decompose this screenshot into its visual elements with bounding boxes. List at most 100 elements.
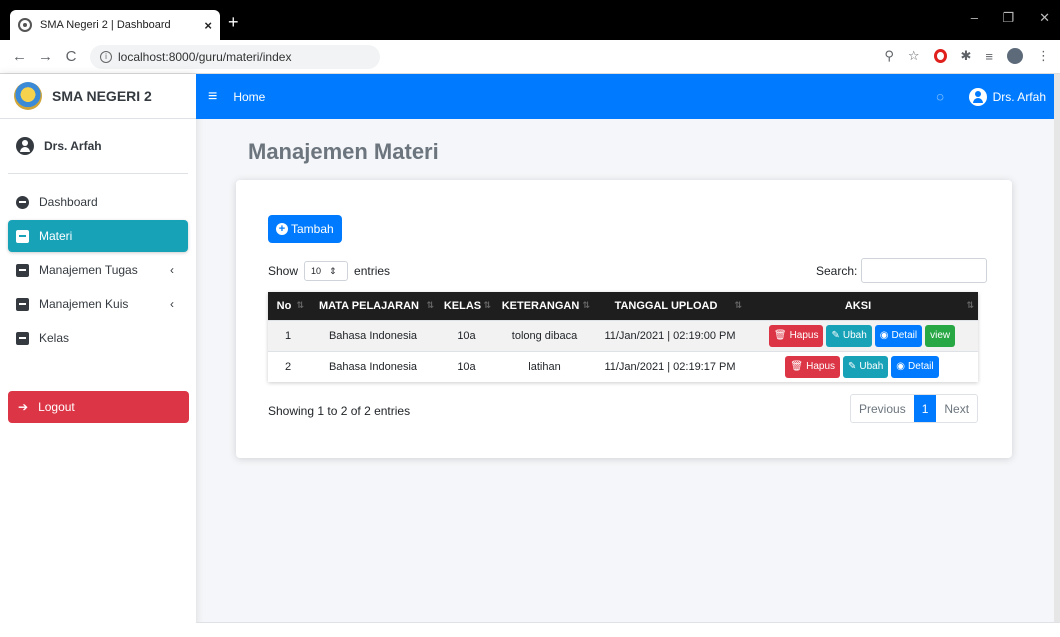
- column-header-aksi[interactable]: AKSI ⇅: [746, 292, 978, 320]
- column-header-kelas[interactable]: KELAS ⇅: [438, 292, 495, 320]
- opera-icon[interactable]: [933, 49, 947, 63]
- sidebar-item-label: Materi: [39, 229, 73, 243]
- eye-icon: ◉: [879, 330, 889, 341]
- restore-icon[interactable]: ❐: [1002, 10, 1014, 26]
- brand-link[interactable]: SMA NEGERI 2: [0, 74, 196, 119]
- delete-button[interactable]: 🗑 Hapus: [785, 355, 840, 378]
- cell-tanggal-upload: 11/Jan/2021 | 02:19:17 PM: [594, 350, 746, 382]
- forward-icon[interactable]: →: [38, 48, 53, 65]
- extensions-icon[interactable]: ✱: [961, 48, 972, 64]
- edit-button[interactable]: ✎ Ubah: [843, 355, 889, 378]
- column-header-keterangan[interactable]: KETERANGAN ⇅: [495, 292, 594, 320]
- next-page-button[interactable]: Next: [936, 395, 977, 422]
- tab-close-icon[interactable]: ×: [204, 18, 212, 33]
- content-wrapper: Manajemen Materi + Tambah Show 10 ⇕ entr…: [196, 119, 1060, 637]
- address-bar: ← → C i localhost:8000/guru/materi/index…: [0, 40, 1060, 74]
- table-header-row: No ⇅ MATA PELAJARAN ⇅ KELAS ⇅ KETERANGAN ⇅ T…: [268, 292, 978, 320]
- plus-circle-icon: +: [276, 223, 288, 235]
- new-tab-icon[interactable]: +: [228, 12, 239, 33]
- detail-button[interactable]: ◉ Detail: [891, 355, 939, 378]
- back-icon[interactable]: ←: [12, 48, 27, 65]
- user-panel[interactable]: Drs. Arfah: [8, 119, 188, 174]
- tab-title: SMA Negeri 2 | Dashboard: [40, 19, 171, 31]
- sidebar-item-label: Manajemen Kuis: [39, 297, 129, 311]
- reload-icon[interactable]: C: [64, 48, 78, 65]
- info-icon[interactable]: i: [100, 50, 112, 63]
- sidebar-item-manajemen-tugas[interactable]: Manajemen Tugas ‹: [8, 254, 188, 286]
- cell-aksi: 🗑 Hapus ✎ Ubah ◉ Detail: [746, 350, 978, 382]
- detail-button[interactable]: ◉ Detail: [874, 324, 923, 347]
- table-info: Showing 1 to 2 of 2 entries: [268, 404, 411, 418]
- sidebar-item-dashboard[interactable]: Dashboard: [8, 186, 188, 218]
- reading-list-icon[interactable]: ≡: [985, 49, 993, 64]
- user-circle-icon: [16, 137, 34, 155]
- page-1-button[interactable]: 1: [913, 395, 937, 422]
- sidebar-item-kelas[interactable]: Kelas: [8, 322, 188, 354]
- globe-icon: [18, 18, 32, 32]
- entries-length: Show 10 ⇕ entries: [268, 261, 390, 281]
- entries-select-value: 10: [311, 266, 322, 276]
- cell-no: 2: [268, 350, 308, 382]
- cell-keterangan: latihan: [495, 350, 594, 382]
- cell-kelas: 10a: [438, 350, 495, 382]
- url-input[interactable]: i localhost:8000/guru/materi/index: [90, 44, 380, 69]
- sidebar-item-label: Manajemen Tugas: [39, 263, 138, 277]
- add-button-label: Tambah: [291, 222, 334, 236]
- pagination: Previous 1 Next: [850, 394, 979, 423]
- logout-button[interactable]: ➔ Logout: [8, 391, 189, 423]
- cell-aksi: 🗑 Hapus ✎ Ubah ◉ Detail view: [746, 319, 978, 351]
- search-label: Search:: [816, 263, 858, 278]
- sort-icon: ⇅: [483, 300, 491, 310]
- cell-mata-pelajaran: Bahasa Indonesia: [308, 350, 438, 382]
- edit-icon: ✎: [831, 330, 840, 341]
- browser-tab[interactable]: SMA Negeri 2 | Dashboard ×: [10, 10, 220, 40]
- previous-page-button[interactable]: Previous: [851, 395, 914, 422]
- user-circle-icon: [968, 87, 987, 106]
- profile-avatar[interactable]: [1007, 48, 1023, 64]
- search-input[interactable]: [861, 258, 988, 283]
- add-button[interactable]: + Tambah: [268, 215, 342, 243]
- menu-icon[interactable]: ⋮: [1037, 48, 1050, 64]
- book-icon: [16, 297, 29, 311]
- entries-select[interactable]: 10 ⇕: [304, 261, 349, 281]
- materi-table: No ⇅ MATA PELAJARAN ⇅ KELAS ⇅ KETERANGAN ⇅ T…: [268, 292, 978, 382]
- cell-no: 1: [268, 319, 308, 351]
- user-name: Drs. Arfah: [44, 139, 102, 153]
- trash-icon: 🗑: [790, 361, 804, 373]
- sort-icon: ⇅: [426, 300, 434, 310]
- trash-icon: 🗑: [773, 330, 787, 341]
- hamburger-icon[interactable]: ≡: [208, 88, 217, 106]
- sidebar-item-manajemen-kuis[interactable]: Manajemen Kuis ‹: [8, 288, 188, 320]
- sidebar-item-label: Kelas: [39, 331, 70, 345]
- chevron-left-icon: ‹: [170, 263, 174, 277]
- column-header-tanggal-upload[interactable]: TANGGAL UPLOAD ⇅: [594, 292, 746, 320]
- column-header-mata-pelajaran[interactable]: MATA PELAJARAN ⇅: [308, 292, 438, 320]
- page-title: Manajemen Materi: [248, 139, 439, 164]
- view-button[interactable]: view: [925, 324, 956, 347]
- home-link[interactable]: Home: [233, 90, 265, 104]
- navbar-user-menu[interactable]: Drs. Arfah: [968, 87, 1046, 106]
- cell-keterangan: tolong dibaca: [495, 319, 594, 351]
- column-header-no[interactable]: No ⇅: [268, 292, 308, 320]
- zoom-icon[interactable]: ⚲: [884, 48, 894, 64]
- brand-name: SMA NEGERI 2: [52, 88, 152, 104]
- chevron-left-icon: ‹: [170, 297, 174, 311]
- bookmark-star-icon[interactable]: ☆: [908, 48, 920, 64]
- eye-icon: ◉: [896, 361, 906, 373]
- materi-card: + Tambah Show 10 ⇕ entries Search: No ⇅ M…: [236, 180, 1012, 458]
- edit-icon: ✎: [848, 361, 857, 373]
- minimize-icon[interactable]: –: [971, 10, 978, 25]
- dashboard-icon: [16, 195, 29, 209]
- sort-icon: ⇅: [966, 300, 974, 310]
- sort-icon: ⇅: [582, 300, 590, 310]
- book-icon: [16, 263, 29, 277]
- chat-icon[interactable]: ◌: [936, 89, 944, 104]
- delete-button[interactable]: 🗑 Hapus: [768, 324, 824, 347]
- logout-label: Logout: [38, 400, 75, 414]
- sidebar-item-materi[interactable]: Materi: [8, 220, 188, 252]
- cell-mata-pelajaran: Bahasa Indonesia: [308, 319, 438, 351]
- close-window-icon[interactable]: ✕: [1039, 10, 1050, 26]
- vertical-scrollbar[interactable]: [1054, 74, 1060, 622]
- edit-button[interactable]: ✎ Ubah: [826, 324, 872, 347]
- table-row: 1 Bahasa Indonesia 10a tolong dibaca 11/…: [268, 319, 978, 351]
